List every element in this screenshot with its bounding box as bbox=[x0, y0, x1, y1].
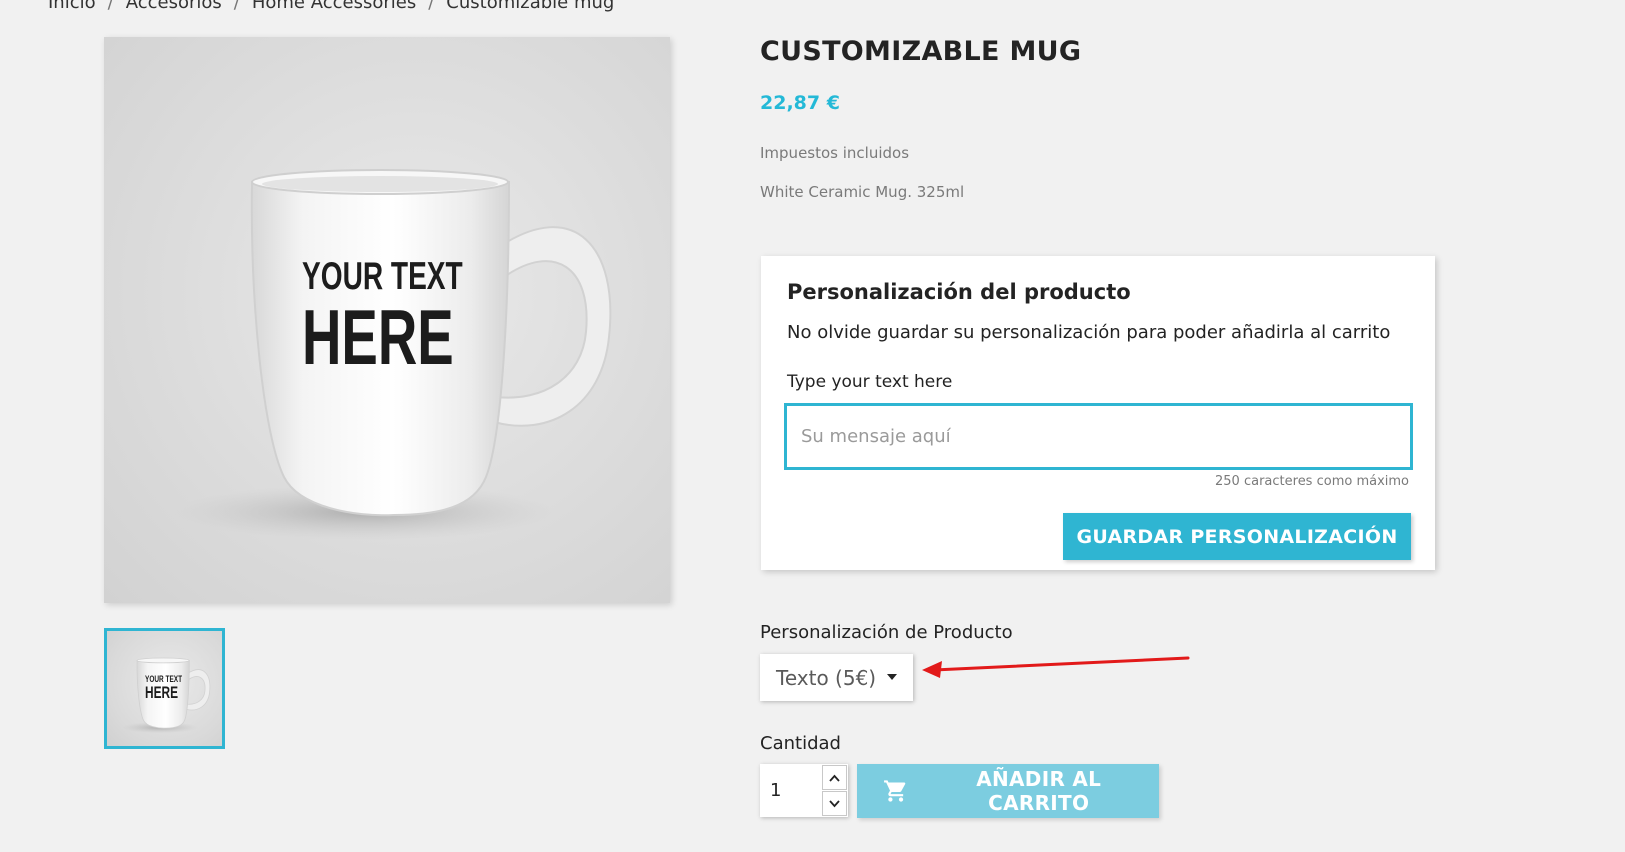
annotation-arrow-icon bbox=[922, 656, 1190, 678]
add-to-cart-button[interactable]: AÑADIR AL CARRITO bbox=[857, 764, 1159, 818]
quantity-label: Cantidad bbox=[760, 733, 841, 754]
variant-selected-value: Texto (5€) bbox=[776, 665, 877, 690]
add-to-cart-label: AÑADIR AL CARRITO bbox=[976, 767, 1102, 815]
shopping-cart-icon bbox=[884, 780, 906, 802]
breadcrumb: Inicio / Accesorios / Home Accessories /… bbox=[48, 0, 614, 13]
caret-down-icon bbox=[887, 674, 897, 680]
breadcrumb-separator: / bbox=[233, 0, 240, 13]
product-title: CUSTOMIZABLE MUG bbox=[760, 36, 1082, 67]
variant-select[interactable]: Texto (5€) bbox=[760, 654, 913, 701]
quantity-decrease-button[interactable] bbox=[822, 791, 847, 816]
product-price: 22,87 € bbox=[760, 92, 840, 114]
customization-text-input[interactable] bbox=[784, 403, 1413, 470]
breadcrumb-separator: / bbox=[428, 0, 435, 13]
product-thumbnail[interactable]: YOUR TEXT HERE bbox=[104, 628, 225, 749]
breadcrumb-accesorios[interactable]: Accesorios bbox=[126, 0, 222, 13]
customization-title: Personalización del producto bbox=[787, 280, 1131, 304]
breadcrumb-current: Customizable mug bbox=[446, 0, 615, 13]
quantity-stepper bbox=[760, 764, 848, 817]
thumb-print-line2: HERE bbox=[145, 683, 179, 702]
char-limit-note: 250 caracteres como máximo bbox=[1215, 474, 1409, 489]
chevron-up-icon bbox=[829, 774, 840, 782]
breadcrumb-separator: / bbox=[107, 0, 114, 13]
customization-field-label: Type your text here bbox=[787, 372, 953, 392]
mug-print-line2: HERE bbox=[302, 293, 454, 381]
breadcrumb-home-accessories[interactable]: Home Accessories bbox=[252, 0, 416, 13]
customization-note: No olvide guardar su personalización par… bbox=[787, 322, 1391, 343]
product-customization-panel: Personalización del producto No olvide g… bbox=[761, 256, 1435, 570]
save-customization-button[interactable]: GUARDAR PERSONALIZACIÓN bbox=[1063, 513, 1411, 560]
product-short-description: White Ceramic Mug. 325ml bbox=[760, 183, 965, 201]
chevron-down-icon bbox=[829, 799, 840, 807]
tax-note: Impuestos incluidos bbox=[760, 144, 910, 162]
breadcrumb-home[interactable]: Inicio bbox=[48, 0, 96, 13]
quantity-increase-button[interactable] bbox=[822, 765, 847, 790]
quantity-input[interactable] bbox=[760, 764, 820, 817]
product-main-image[interactable]: YOUR TEXT HERE bbox=[104, 37, 670, 603]
variant-label: Personalización de Producto bbox=[760, 622, 1013, 643]
